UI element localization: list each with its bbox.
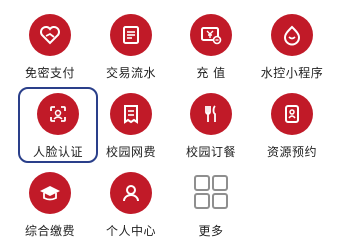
- menu-item-water-control[interactable]: 水控小程序: [252, 8, 332, 84]
- receipt-icon: [110, 14, 152, 56]
- menu-item-recharge[interactable]: 充 值: [171, 8, 251, 84]
- menu-item-transactions[interactable]: 交易流水: [91, 8, 171, 84]
- menu-item-label: 综合缴费: [24, 224, 75, 238]
- face-scan-icon: [37, 93, 79, 135]
- menu-item-general-payment[interactable]: 综合缴费: [10, 166, 90, 242]
- graduation-cap-icon: [29, 172, 71, 214]
- menu-item-campus-network-fee[interactable]: 校园网费: [91, 87, 171, 163]
- user-icon: [110, 172, 152, 214]
- menu-item-label: 校园订餐: [185, 145, 236, 159]
- heart-hand-icon: [29, 14, 71, 56]
- menu-item-label: 更多: [198, 224, 224, 238]
- menu-item-free-payment[interactable]: 免密支付: [10, 8, 90, 84]
- menu-item-label: 资源预约: [266, 145, 317, 159]
- menu-item-label: 校园网费: [105, 145, 156, 159]
- more-grid-icon: [190, 172, 232, 214]
- yen-card-icon: [190, 14, 232, 56]
- water-drop-icon: [271, 14, 313, 56]
- menu-item-label: 交易流水: [105, 66, 156, 80]
- menu-item-label: 免密支付: [24, 66, 75, 80]
- resource-phone-icon: [271, 93, 313, 135]
- network-bill-icon: [110, 93, 152, 135]
- menu-item-campus-food-order[interactable]: 校园订餐: [171, 87, 251, 163]
- menu-item-resource-booking[interactable]: 资源预约: [252, 87, 332, 163]
- service-menu-grid: 免密支付 交易流水 充 值 水控小程序 人脸认证 校园网费 校园订餐 资源预约 …: [0, 0, 340, 247]
- menu-item-label: 人脸认证: [32, 145, 83, 159]
- menu-item-label: 水控小程序: [260, 66, 324, 80]
- fork-knife-icon: [190, 93, 232, 135]
- menu-item-label: 个人中心: [105, 224, 156, 238]
- menu-item-personal-center[interactable]: 个人中心: [91, 166, 171, 242]
- menu-item-face-verification[interactable]: 人脸认证: [18, 87, 98, 163]
- menu-item-more[interactable]: 更多: [171, 166, 251, 242]
- menu-item-label: 充 值: [196, 66, 226, 80]
